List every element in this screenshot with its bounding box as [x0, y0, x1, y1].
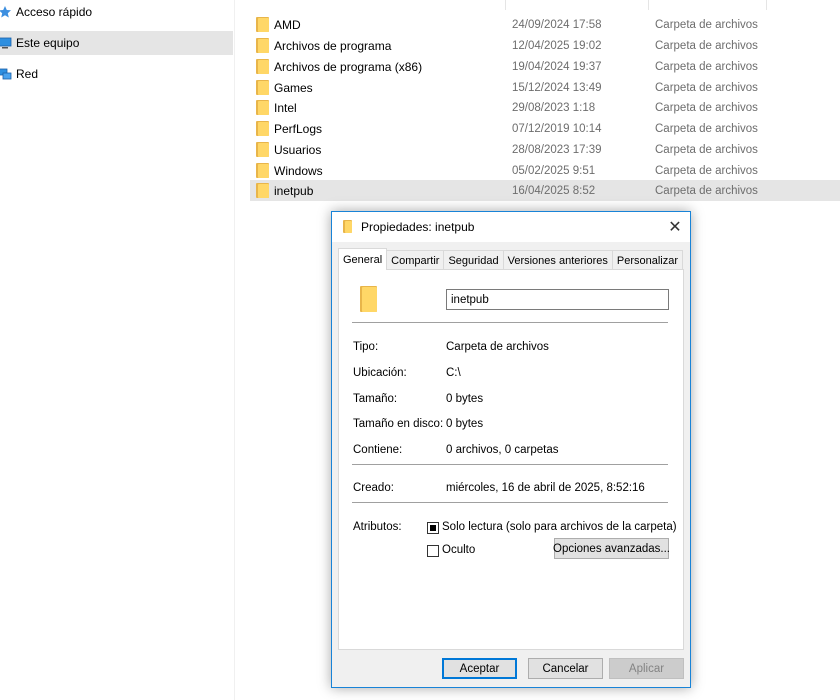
file-name: inetpub	[274, 183, 314, 198]
oculto-label: Oculto	[442, 544, 476, 556]
divider	[352, 322, 668, 323]
general-panel: inetpub Tipo: Carpeta de archivos Ubicac…	[338, 269, 684, 650]
file-row[interactable]: Intel 29/08/2023 1:18 Carpeta de archivo…	[250, 97, 840, 118]
nav-item-quick-access[interactable]: Acceso rápido	[0, 0, 233, 24]
network-icon	[0, 67, 12, 81]
file-type: Carpeta de archivos	[655, 101, 758, 114]
file-name: Games	[274, 80, 313, 95]
file-name: PerfLogs	[274, 121, 323, 136]
tipo-value: Carpeta de archivos	[446, 341, 549, 353]
solo-lectura-label: Solo lectura (solo para archivos de la c…	[442, 521, 677, 533]
tab-strip: General Compartir Seguridad Versiones an…	[338, 248, 684, 270]
file-name: AMD	[274, 17, 301, 32]
tipo-label: Tipo:	[353, 341, 379, 353]
column-separator[interactable]	[505, 0, 506, 10]
advanced-options-button[interactable]: Opciones avanzadas...	[553, 538, 670, 559]
ubicacion-value: C:\	[446, 367, 461, 379]
folder-icon	[256, 121, 269, 136]
tamano-label: Tamaño:	[353, 393, 398, 405]
file-type: Carpeta de archivos	[655, 122, 758, 135]
file-type: Carpeta de archivos	[655, 18, 758, 31]
file-date: 24/09/2024 17:58	[512, 18, 602, 31]
divider	[352, 464, 668, 465]
file-row[interactable]: PerfLogs 07/12/2019 10:14 Carpeta de arc…	[250, 118, 840, 139]
file-name: Usuarios	[274, 142, 322, 157]
oculto-checkbox[interactable]	[427, 545, 439, 557]
file-date: 07/12/2019 10:14	[512, 122, 602, 135]
file-date: 28/08/2023 17:39	[512, 143, 602, 156]
divider	[352, 502, 668, 503]
file-date: 15/12/2024 13:49	[512, 81, 602, 94]
navigation-pane: Acceso rápido Este equipo Red	[0, 0, 235, 700]
file-row[interactable]: AMD 24/09/2024 17:58 Carpeta de archivos	[250, 14, 840, 35]
nav-item-network[interactable]: Red	[0, 62, 233, 86]
solo-lectura-checkbox[interactable]	[427, 522, 439, 534]
folder-icon	[256, 163, 269, 178]
file-name: Archivos de programa (x86)	[274, 59, 423, 74]
folder-icon	[256, 183, 269, 198]
dialog-titlebar[interactable]: Propiedades: inetpub ✕	[332, 212, 690, 242]
tab-seguridad[interactable]: Seguridad	[443, 250, 504, 270]
file-name: Archivos de programa	[274, 38, 392, 53]
ubicacion-label: Ubicación:	[353, 367, 407, 379]
file-type: Carpeta de archivos	[655, 164, 758, 177]
folder-icon	[256, 142, 269, 157]
column-separator[interactable]	[648, 0, 649, 10]
star-icon	[0, 5, 12, 19]
nav-label: Acceso rápido	[16, 5, 93, 19]
file-row[interactable]: Archivos de programa 12/04/2025 19:02 Ca…	[250, 35, 840, 56]
tab-personalizar[interactable]: Personalizar	[611, 250, 684, 270]
file-date: 12/04/2025 19:02	[512, 39, 602, 52]
close-icon[interactable]: ✕	[660, 212, 690, 242]
creado-label: Creado:	[353, 482, 394, 494]
file-type: Carpeta de archivos	[655, 143, 758, 156]
tamano-disco-label: Tamaño en disco:	[353, 418, 444, 430]
file-date: 29/08/2023 1:18	[512, 101, 596, 114]
file-row[interactable]: Archivos de programa (x86) 19/04/2024 19…	[250, 56, 840, 77]
ok-button[interactable]: Aceptar	[442, 658, 517, 679]
apply-button[interactable]: Aplicar	[609, 658, 684, 679]
file-name: Intel	[274, 100, 297, 115]
file-row-selected[interactable]: inetpub 16/04/2025 8:52 Carpeta de archi…	[250, 180, 840, 201]
file-row[interactable]: Games 15/12/2024 13:49 Carpeta de archiv…	[250, 77, 840, 98]
properties-dialog: Propiedades: inetpub ✕ General Compartir…	[331, 211, 691, 688]
computer-icon	[0, 36, 12, 50]
contiene-label: Contiene:	[353, 444, 403, 456]
folder-icon	[256, 59, 269, 74]
dialog-title: Propiedades: inetpub	[361, 220, 475, 234]
tamano-value: 0 bytes	[446, 393, 484, 405]
folder-name-input[interactable]: inetpub	[446, 289, 669, 310]
file-row[interactable]: Usuarios 28/08/2023 17:39 Carpeta de arc…	[250, 139, 840, 160]
cancel-button[interactable]: Cancelar	[528, 658, 603, 679]
file-type: Carpeta de archivos	[655, 81, 758, 94]
file-date: 05/02/2025 9:51	[512, 164, 596, 177]
folder-icon	[256, 100, 269, 115]
atributos-label: Atributos:	[353, 521, 402, 533]
folder-icon	[256, 17, 269, 32]
folder-icon	[256, 38, 269, 53]
folder-icon	[343, 220, 352, 233]
folder-icon	[360, 286, 377, 312]
file-name: Windows	[274, 163, 323, 178]
tab-compartir[interactable]: Compartir	[386, 250, 445, 270]
contiene-value: 0 archivos, 0 carpetas	[446, 444, 559, 456]
tab-versiones-anteriores[interactable]: Versiones anteriores	[502, 250, 613, 270]
nav-label: Este equipo	[16, 36, 80, 50]
creado-value: miércoles, 16 de abril de 2025, 8:52:16	[446, 482, 645, 494]
file-type: Carpeta de archivos	[655, 60, 758, 73]
file-type: Carpeta de archivos	[655, 39, 758, 52]
file-type: Carpeta de archivos	[655, 184, 758, 197]
file-date: 16/04/2025 8:52	[512, 184, 596, 197]
nav-item-this-pc[interactable]: Este equipo	[0, 31, 233, 55]
tab-general[interactable]: General	[338, 248, 388, 270]
nav-label: Red	[16, 67, 39, 81]
tamano-disco-value: 0 bytes	[446, 418, 484, 430]
column-separator[interactable]	[766, 0, 767, 10]
folder-icon	[256, 80, 269, 95]
file-row[interactable]: Windows 05/02/2025 9:51 Carpeta de archi…	[250, 160, 840, 181]
file-date: 19/04/2024 19:37	[512, 60, 602, 73]
